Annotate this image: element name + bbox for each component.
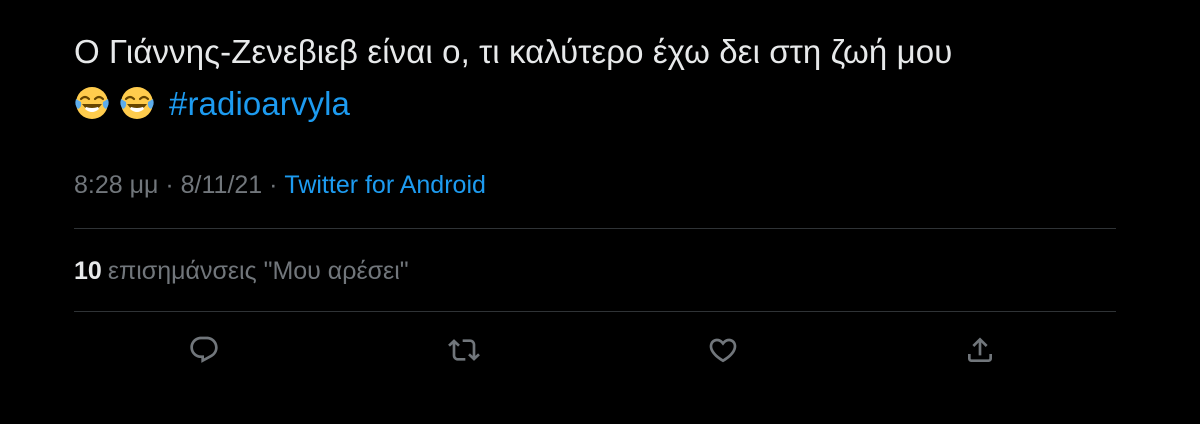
reply-button[interactable] bbox=[182, 328, 226, 372]
tweet-text-line-2: #radioarvyla bbox=[74, 78, 1134, 130]
tweet-text: Ο Γιάννης-Ζενεβιεβ είναι ο, τι καλύτερο … bbox=[74, 26, 1134, 130]
tweet-text-line: Ο Γιάννης-Ζενεβιεβ είναι ο, τι καλύτερο … bbox=[74, 33, 953, 70]
retweet-arrows-icon bbox=[448, 339, 480, 361]
tweet-meta: 8:28 μμ · 8/11/21 · Twitter for Android bbox=[74, 168, 486, 202]
divider bbox=[74, 228, 1116, 229]
tweet-time[interactable]: 8:28 μμ bbox=[74, 171, 158, 199]
likes-summary[interactable]: 10 επισημάνσεις "Μου αρέσει" bbox=[74, 254, 409, 288]
share-upload-icon bbox=[968, 337, 992, 362]
tweet-date[interactable]: 8/11/21 bbox=[181, 171, 263, 199]
meta-separator: · bbox=[158, 171, 181, 199]
like-button[interactable] bbox=[701, 328, 745, 372]
face-with-tears-of-joy-icon bbox=[120, 87, 154, 119]
meta-separator-2: · bbox=[262, 171, 285, 199]
hashtag-link[interactable]: #radioarvyla bbox=[169, 85, 350, 122]
likes-count: 10 bbox=[74, 257, 102, 285]
face-with-tears-of-joy-icon bbox=[75, 87, 109, 119]
tweet-actions-bar bbox=[0, 328, 1200, 372]
divider bbox=[74, 311, 1116, 312]
speech-bubble-icon bbox=[190, 336, 218, 363]
retweet-button[interactable] bbox=[442, 328, 486, 372]
likes-label: επισημάνσεις "Μου αρέσει" bbox=[107, 257, 409, 285]
share-button[interactable] bbox=[958, 328, 1002, 372]
heart-icon bbox=[709, 338, 737, 363]
tweet-source-link[interactable]: Twitter for Android bbox=[284, 171, 485, 199]
tweet-detail: Ο Γιάννης-Ζενεβιεβ είναι ο, τι καλύτερο … bbox=[0, 0, 1200, 424]
